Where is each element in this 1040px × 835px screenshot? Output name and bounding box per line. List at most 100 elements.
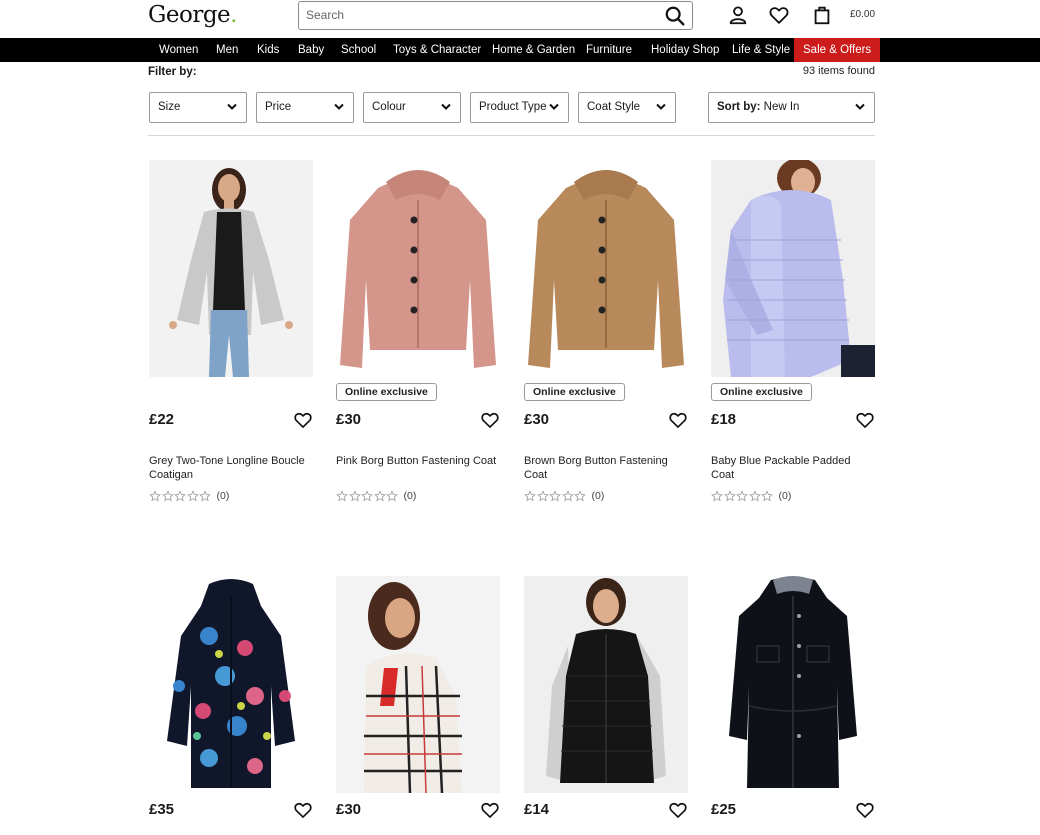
chevron-down-icon [855, 103, 865, 110]
wishlist-heart-icon[interactable] [668, 800, 688, 820]
site-header: George. £0.00 [0, 0, 1040, 38]
star-icon [536, 490, 549, 502]
chevron-down-icon [334, 103, 344, 110]
sort-by-label: Sort by: [717, 101, 761, 113]
search-input[interactable] [306, 2, 646, 28]
sort-by-dropdown[interactable]: Sort by: New In [708, 92, 875, 123]
chevron-down-icon [549, 103, 559, 110]
wishlist-heart-icon[interactable] [855, 800, 875, 820]
nav-life-style[interactable]: Life & Style [732, 38, 790, 62]
nav-sale-offers[interactable]: Sale & Offers [794, 38, 881, 62]
nav-kids[interactable]: Kids [257, 38, 279, 62]
star-icon [336, 490, 348, 502]
product-image[interactable] [711, 160, 875, 377]
filter-product-type-dropdown[interactable]: Product Type [470, 92, 569, 123]
product-price: £30 [524, 411, 550, 428]
chevron-down-icon [656, 103, 666, 110]
nav-holiday-shop[interactable]: Holiday Shop [651, 38, 719, 62]
nav-men[interactable]: Men [216, 38, 238, 62]
sort-by-value: New In [763, 101, 800, 113]
pink-borg-coat-image [336, 160, 500, 377]
star-icon [748, 490, 761, 502]
star-icon [361, 490, 373, 502]
filter-size-label: Size [158, 101, 181, 113]
filter-by-label: Filter by: [148, 66, 197, 78]
online-exclusive-badge: Online exclusive [711, 383, 812, 401]
product-image[interactable] [336, 160, 500, 377]
nav-toys-character[interactable]: Toys & Character [393, 38, 481, 62]
filter-colour-dropdown[interactable]: Colour [363, 92, 461, 123]
review-count: (0) [591, 490, 605, 502]
check-coat-image [336, 576, 500, 793]
wishlist-heart-icon[interactable] [293, 800, 313, 820]
star-icon [711, 490, 723, 502]
search-icon[interactable] [664, 5, 686, 27]
product-price: £14 [524, 801, 550, 818]
product-price: £22 [149, 411, 175, 428]
account-icon[interactable] [727, 4, 749, 26]
product-image[interactable] [524, 160, 688, 377]
wishlist-heart-icon[interactable] [668, 410, 688, 430]
star-icon [549, 490, 561, 502]
basket-total[interactable]: £0.00 [850, 9, 875, 20]
review-count: (0) [216, 490, 230, 502]
george-logo[interactable]: George. [148, 2, 237, 28]
star-icon [761, 490, 773, 502]
grey-coatigan-image [149, 160, 313, 377]
star-icon [386, 490, 398, 502]
nav-baby[interactable]: Baby [298, 38, 324, 62]
wishlist-heart-icon[interactable] [480, 410, 500, 430]
filter-product-type-label: Product Type [479, 101, 547, 113]
star-icon [174, 490, 186, 502]
nav-school[interactable]: School [341, 38, 376, 62]
wishlist-heart-icon[interactable] [480, 800, 500, 820]
product-image[interactable] [149, 576, 313, 793]
filter-divider [148, 135, 875, 136]
filter-size-dropdown[interactable]: Size [149, 92, 247, 123]
star-icon [723, 490, 736, 502]
product-rating: (0) [336, 490, 416, 502]
product-name[interactable]: Grey Two-Tone Longline Boucle Coatigan [149, 454, 313, 482]
product-name[interactable]: Brown Borg Button Fastening Coat [524, 454, 688, 482]
brown-borg-coat-image [524, 160, 688, 377]
product-image[interactable] [336, 576, 500, 793]
star-icon [736, 490, 748, 502]
product-price: £30 [336, 801, 362, 818]
wishlist-heart-icon[interactable] [768, 4, 790, 26]
nav-furniture[interactable]: Furniture [586, 38, 632, 62]
star-icon [373, 490, 386, 502]
star-icon [574, 490, 586, 502]
floral-coat-image [149, 576, 313, 793]
product-image[interactable] [711, 576, 875, 793]
black-gilet-image [524, 576, 688, 793]
star-icon [186, 490, 199, 502]
nav-women[interactable]: Women [159, 38, 198, 62]
logo-text: George [148, 2, 231, 28]
star-icon [199, 490, 211, 502]
product-rating: (0) [524, 490, 604, 502]
product-price: £35 [149, 801, 175, 818]
nav-home-garden[interactable]: Home & Garden [492, 38, 575, 62]
items-found-count: 93 items found [802, 65, 875, 77]
online-exclusive-badge: Online exclusive [336, 383, 437, 401]
rating-stars [336, 490, 399, 502]
filter-price-dropdown[interactable]: Price [256, 92, 354, 123]
basket-icon[interactable] [811, 4, 833, 26]
chevron-down-icon [227, 103, 237, 110]
filter-coat-style-dropdown[interactable]: Coat Style [578, 92, 676, 123]
logo-dot: . [230, 2, 237, 28]
product-price: £25 [711, 801, 737, 818]
product-name[interactable]: Baby Blue Packable Padded Coat [711, 454, 875, 482]
product-image[interactable] [524, 576, 688, 793]
star-icon [561, 490, 574, 502]
product-image[interactable] [149, 160, 313, 377]
filter-colour-label: Colour [372, 101, 406, 113]
wishlist-heart-icon[interactable] [855, 410, 875, 430]
wishlist-heart-icon[interactable] [293, 410, 313, 430]
product-rating: (0) [711, 490, 791, 502]
online-exclusive-badge: Online exclusive [524, 383, 625, 401]
star-icon [161, 490, 174, 502]
product-name[interactable]: Pink Borg Button Fastening Coat [336, 454, 500, 468]
rating-stars [524, 490, 587, 502]
chevron-down-icon [441, 103, 451, 110]
